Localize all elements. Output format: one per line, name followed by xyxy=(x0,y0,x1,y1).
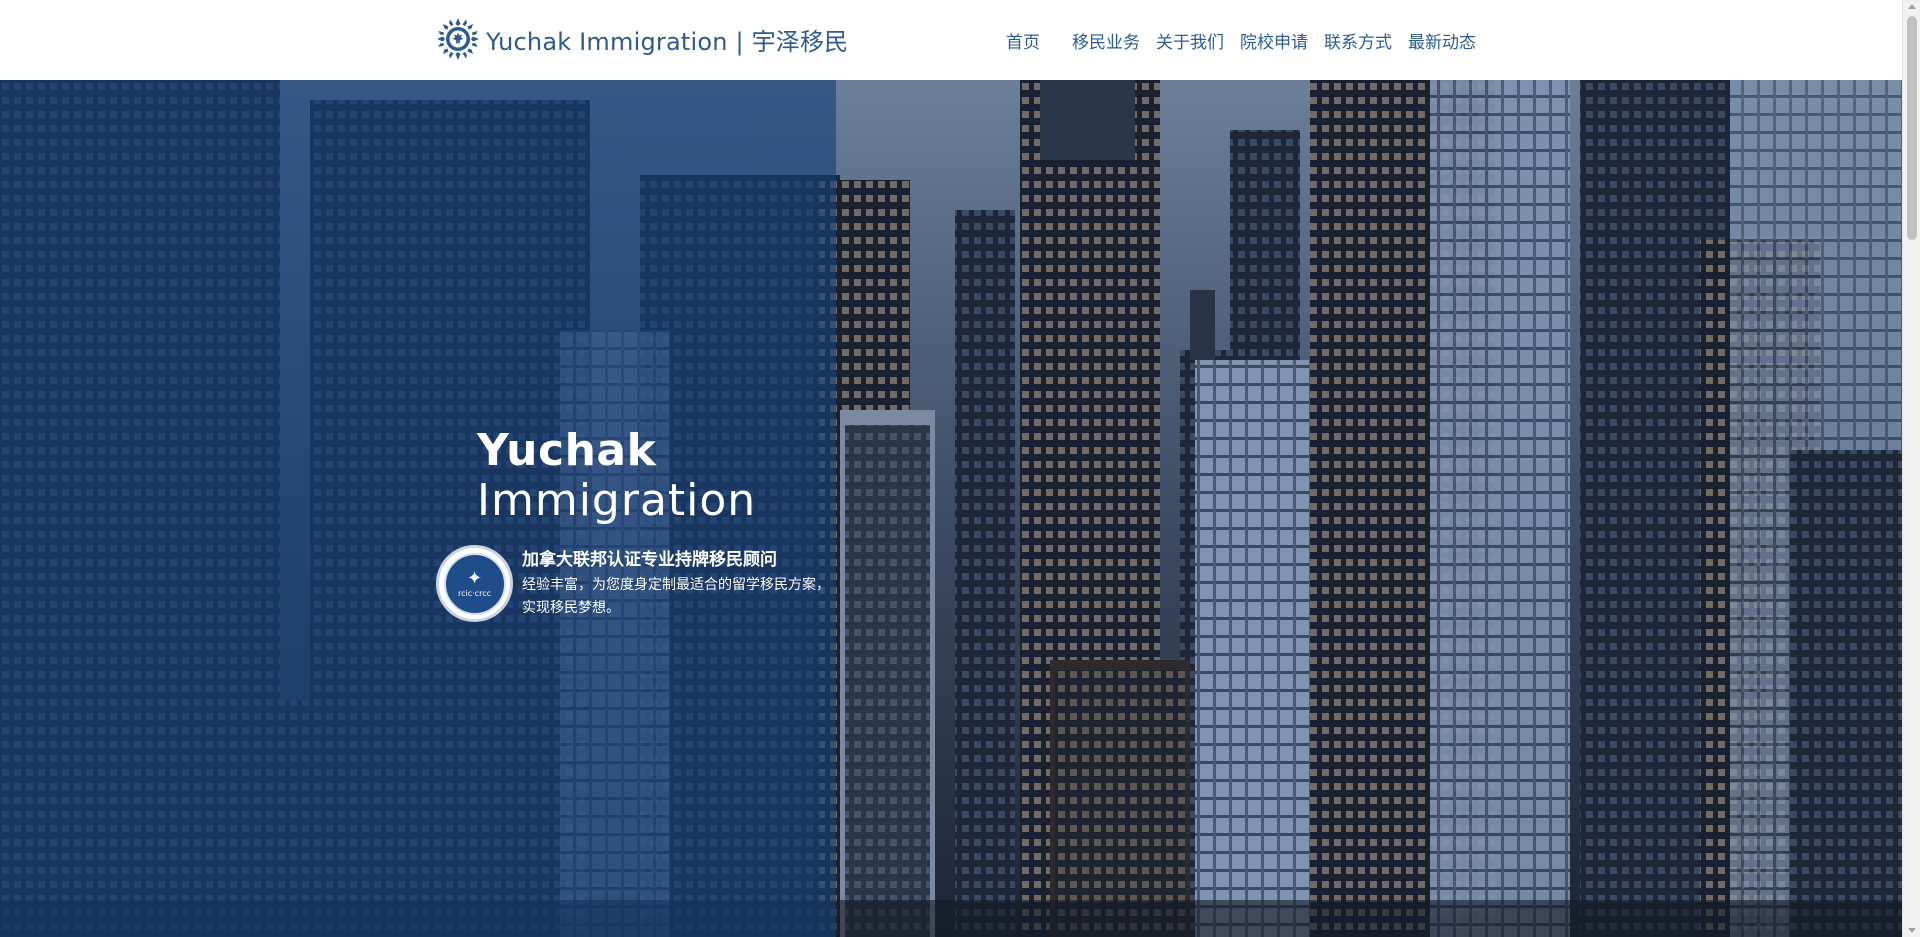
page-scrollbar[interactable] xyxy=(1902,0,1920,937)
nav-item-contact[interactable]: 联系方式 xyxy=(1324,28,1408,53)
rcic-seal-icon: ✦ rcic·crcc xyxy=(436,545,513,622)
scroll-down-arrow-icon[interactable] xyxy=(1908,928,1916,933)
scroll-up-arrow-icon[interactable] xyxy=(1908,4,1916,9)
hero-title-line1: Yuchak xyxy=(477,425,657,476)
hero-title-line2: Immigration xyxy=(477,475,757,527)
hero-tagline: 加拿大联邦认证专业持牌移民顾问 经验丰富，为您度身定制最适合的留学移民方案，实现… xyxy=(522,548,832,620)
nav-item-school-application[interactable]: 院校申请 xyxy=(1240,28,1324,53)
hero-banner: Yuchak Immigration ✦ rcic·crcc 加拿大联邦认证专业… xyxy=(0,80,1902,937)
scrollbar-thumb[interactable] xyxy=(1907,16,1917,240)
tagline-heading: 加拿大联邦认证专业持牌移民顾问 xyxy=(522,550,777,570)
tagline-body: 经验丰富，为您度身定制最适合的留学移民方案，实现移民梦想。 xyxy=(522,577,830,616)
nav-item-about-us[interactable]: 关于我们 xyxy=(1156,28,1240,53)
maple-wreath-logo-icon xyxy=(437,18,479,60)
maple-leaf-icon: ✦ xyxy=(466,568,483,588)
badge-text: rcic·crcc xyxy=(458,589,491,598)
nav-item-news[interactable]: 最新动态 xyxy=(1408,28,1492,53)
nav-item-immigration-services[interactable]: 移民业务 xyxy=(1072,28,1156,53)
hero-title: Yuchak Immigration xyxy=(477,425,757,527)
brand-name: Yuchak Immigration | 宇泽移民 xyxy=(486,27,849,56)
nav-item-home[interactable]: 首页 xyxy=(1006,28,1072,53)
site-header: Yuchak Immigration | 宇泽移民 首页 移民业务 关于我们 院… xyxy=(0,0,1902,80)
main-nav: 首页 移民业务 关于我们 院校申请 联系方式 最新动态 xyxy=(1000,28,1492,53)
brand-link[interactable]: Yuchak Immigration | 宇泽移民 xyxy=(436,16,848,62)
